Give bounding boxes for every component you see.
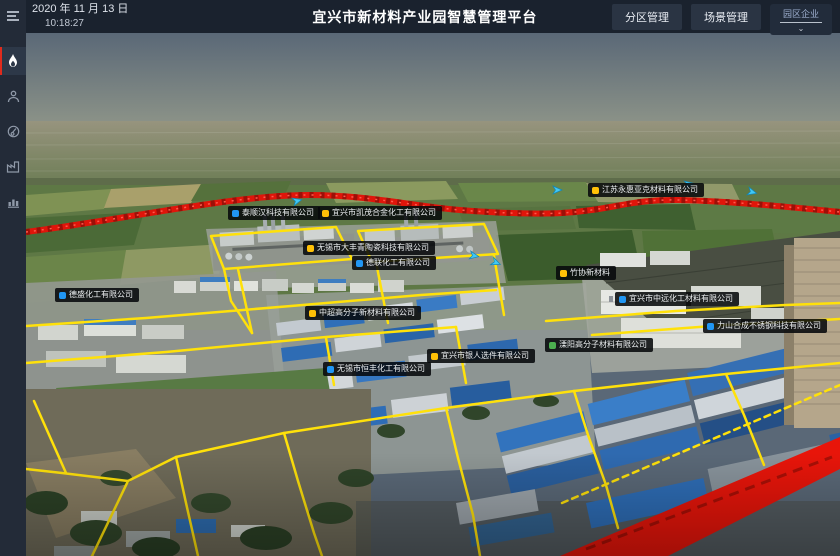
company-icon (619, 296, 626, 303)
company-icon (431, 353, 438, 360)
hamburger-menu-button[interactable] (0, 2, 26, 30)
company-marker-label: 中超高分子新材料有限公司 (319, 309, 415, 317)
sidebar-item-monitor[interactable] (0, 117, 26, 145)
company-marker-label: 江苏永惠亚克材料有限公司 (602, 186, 698, 194)
company-icon (356, 260, 363, 267)
person-icon (7, 90, 20, 103)
sidebar-item-statistics[interactable] (0, 187, 26, 215)
company-marker[interactable]: 无锡市恒丰化工有限公司 (323, 362, 431, 376)
hamburger-icon (6, 10, 20, 22)
bar-chart-icon (7, 195, 20, 208)
zone-management-button[interactable]: 分区管理 (612, 4, 682, 30)
company-marker[interactable]: 宜兴市中远化工材料有限公司 (615, 292, 739, 306)
company-icon (560, 270, 567, 277)
scene-management-button[interactable]: 场景管理 (691, 4, 761, 30)
company-marker[interactable]: 无锡市大丰青陶瓷科技有限公司 (303, 241, 435, 255)
mid-right-white-row (600, 251, 690, 267)
header-bar: 2020 年 11 月 13 日 10:18:27 宜兴市新材料产业园智慧管理平… (26, 0, 840, 33)
company-marker[interactable]: 江苏永惠亚克材料有限公司 (588, 183, 704, 197)
company-marker-label: 溧阳高分子材料有限公司 (559, 341, 647, 349)
company-marker-label: 德盛化工有限公司 (69, 291, 133, 299)
company-marker[interactable]: 竹协新材料 (556, 266, 616, 280)
company-marker-label: 竹协新材料 (570, 269, 610, 277)
factory-icon (6, 160, 20, 173)
company-marker-label: 泰顺汉科技有限公司 (242, 209, 314, 217)
company-marker-label: 宜兴市银人选件有限公司 (441, 352, 529, 360)
company-marker[interactable]: 中超高分子新材料有限公司 (305, 306, 421, 320)
highrise-building (784, 238, 840, 428)
app-window: 2020 年 11 月 13 日 10:18:27 宜兴市新材料产业园智慧管理平… (0, 0, 840, 556)
company-icon (327, 366, 334, 373)
header-actions: 分区管理 场景管理 园区企业 ⌄ (612, 4, 832, 35)
vignette (26, 453, 840, 556)
park-enterprise-dropdown[interactable]: 园区企业 ⌄ (770, 4, 832, 35)
company-icon (307, 245, 314, 252)
chevron-down-icon: ⌄ (798, 25, 805, 33)
company-marker[interactable]: 德盛化工有限公司 (55, 288, 139, 302)
time-text: 10:18:27 (45, 17, 128, 30)
company-icon (549, 342, 556, 349)
date-text: 2020 年 11 月 13 日 (32, 3, 128, 15)
company-marker[interactable]: 力山合成不锈钢科技有限公司 (703, 319, 827, 333)
page-title: 宜兴市新材料产业园智慧管理平台 (312, 7, 537, 27)
company-marker-label: 无锡市恒丰化工有限公司 (337, 365, 425, 373)
company-marker[interactable]: 溧阳高分子材料有限公司 (545, 338, 653, 352)
left-toolbar (0, 0, 26, 556)
sidebar-item-fire-monitor[interactable] (0, 47, 26, 75)
company-icon (232, 210, 239, 217)
company-icon (322, 210, 329, 217)
gauge-icon (7, 125, 20, 138)
company-icon (707, 323, 714, 330)
company-icon (309, 310, 316, 317)
company-marker-label: 无锡市大丰青陶瓷科技有限公司 (317, 244, 429, 252)
sidebar-item-enterprise[interactable] (0, 152, 26, 180)
company-marker-label: 力山合成不锈钢科技有限公司 (717, 322, 821, 330)
company-marker[interactable]: 泰顺汉科技有限公司 (228, 206, 320, 220)
company-icon (592, 187, 599, 194)
company-marker[interactable]: 宜兴市银人选件有限公司 (427, 349, 535, 363)
far-terrain (26, 121, 840, 185)
company-marker[interactable]: 德联化工有限公司 (352, 256, 436, 270)
flame-icon (7, 54, 19, 68)
sidebar-item-personnel[interactable] (0, 82, 26, 110)
datetime-display: 2020 年 11 月 13 日 10:18:27 (32, 3, 128, 30)
park-enterprise-dropdown-label: 园区企业 (780, 7, 822, 23)
company-marker[interactable]: 宜兴市凯茂合金化工有限公司 (318, 206, 442, 220)
sky (26, 33, 840, 125)
company-icon (59, 292, 66, 299)
map-viewport[interactable]: 泰顺汉科技有限公司 宜兴市凯茂合金化工有限公司 无锡市大丰青陶瓷科技有限公司 德… (26, 33, 840, 556)
company-marker-label: 宜兴市凯茂合金化工有限公司 (332, 209, 436, 217)
company-marker-label: 德联化工有限公司 (366, 259, 430, 267)
company-marker-label: 宜兴市中远化工材料有限公司 (629, 295, 733, 303)
